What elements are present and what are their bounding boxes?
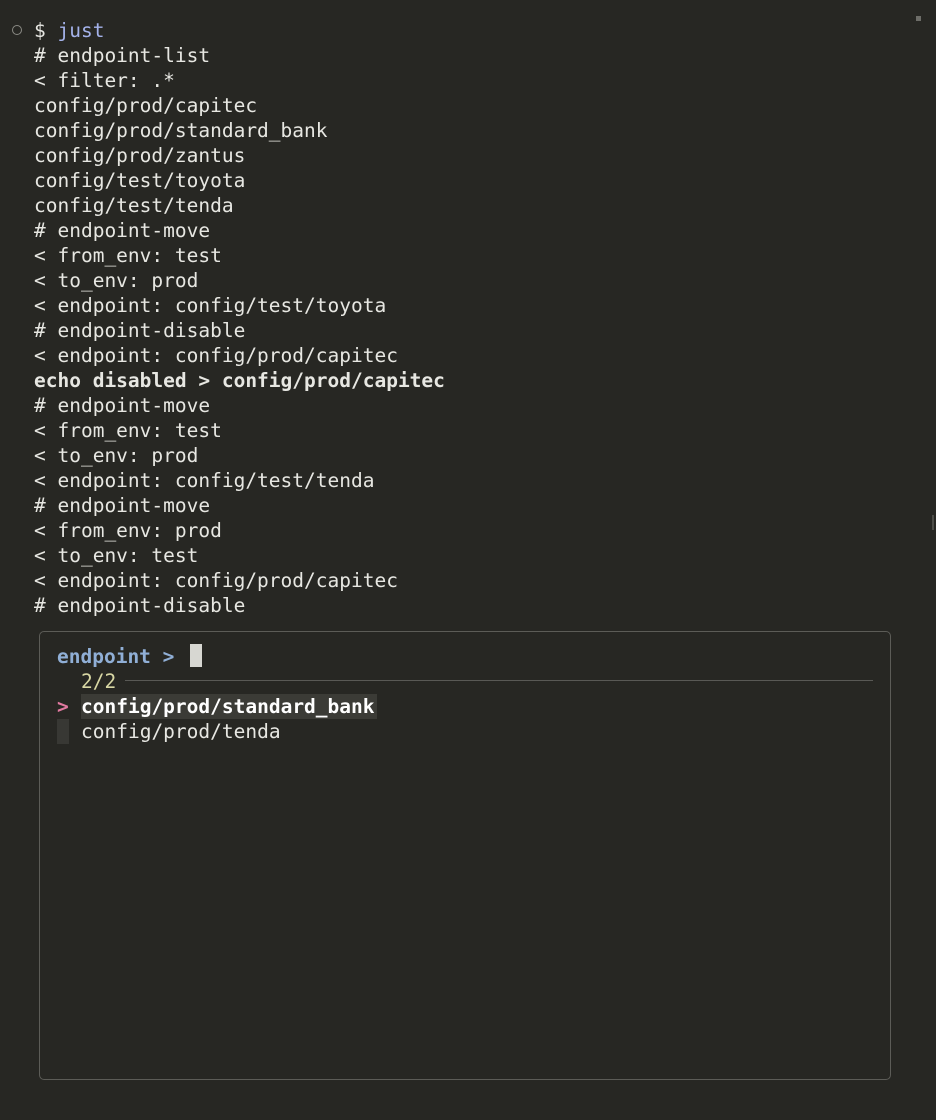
prompt-marker-icon <box>12 25 22 35</box>
finder-gutter <box>57 719 69 744</box>
output-line: config/prod/standard_bank <box>34 119 328 142</box>
output-line: config/test/tenda <box>34 194 234 217</box>
output-line: config/prod/capitec <box>34 94 258 117</box>
output-line: # endpoint-disable <box>34 594 246 617</box>
output-line: < endpoint: config/test/toyota <box>34 294 387 317</box>
match-counter: 2/2 <box>81 670 117 693</box>
finder-query-input[interactable] <box>190 644 202 667</box>
status-dot-icon <box>916 16 921 21</box>
output-line: < from_env: test <box>34 419 222 442</box>
output-line: config/test/toyota <box>34 169 246 192</box>
output-line: # endpoint-move <box>34 494 211 517</box>
output-line: < from_env: prod <box>34 519 222 542</box>
output-line: < filter: .* <box>34 69 175 92</box>
scrollbar[interactable] <box>932 515 934 530</box>
command-text: just <box>57 19 105 42</box>
output-line: # endpoint-disable <box>34 319 246 342</box>
terminal-window[interactable]: $ just # endpoint-list < filter: .* conf… <box>0 0 936 1120</box>
output-line: < to_env: test <box>34 544 199 567</box>
output-line: # endpoint-move <box>34 219 211 242</box>
finder-option-selected[interactable]: config/prod/standard_bank <box>81 694 377 719</box>
finder-query-label: endpoint > <box>57 645 175 668</box>
output-line: # endpoint-list <box>34 44 211 67</box>
prompt-symbol: $ <box>34 19 46 42</box>
command-prompt-line: $ just <box>34 18 104 43</box>
selection-pointer-icon: > <box>57 695 69 718</box>
output-line: config/prod/zantus <box>34 144 246 167</box>
output-line: < to_env: prod <box>34 269 199 292</box>
fuzzy-finder-panel: endpoint > 2/2 > config/prod/standard_ba… <box>39 631 891 1080</box>
output-line: # endpoint-move <box>34 394 211 417</box>
output-line: < endpoint: config/prod/capitec <box>34 569 398 592</box>
echo-command-line: echo disabled > config/prod/capitec <box>34 369 445 392</box>
output-line: < from_env: test <box>34 244 222 267</box>
output-line: < endpoint: config/test/tenda <box>34 469 375 492</box>
finder-separator <box>125 680 873 681</box>
finder-option[interactable]: config/prod/tenda <box>81 719 281 744</box>
output-line: < endpoint: config/prod/capitec <box>34 344 398 367</box>
output-line: < to_env: prod <box>34 444 199 467</box>
